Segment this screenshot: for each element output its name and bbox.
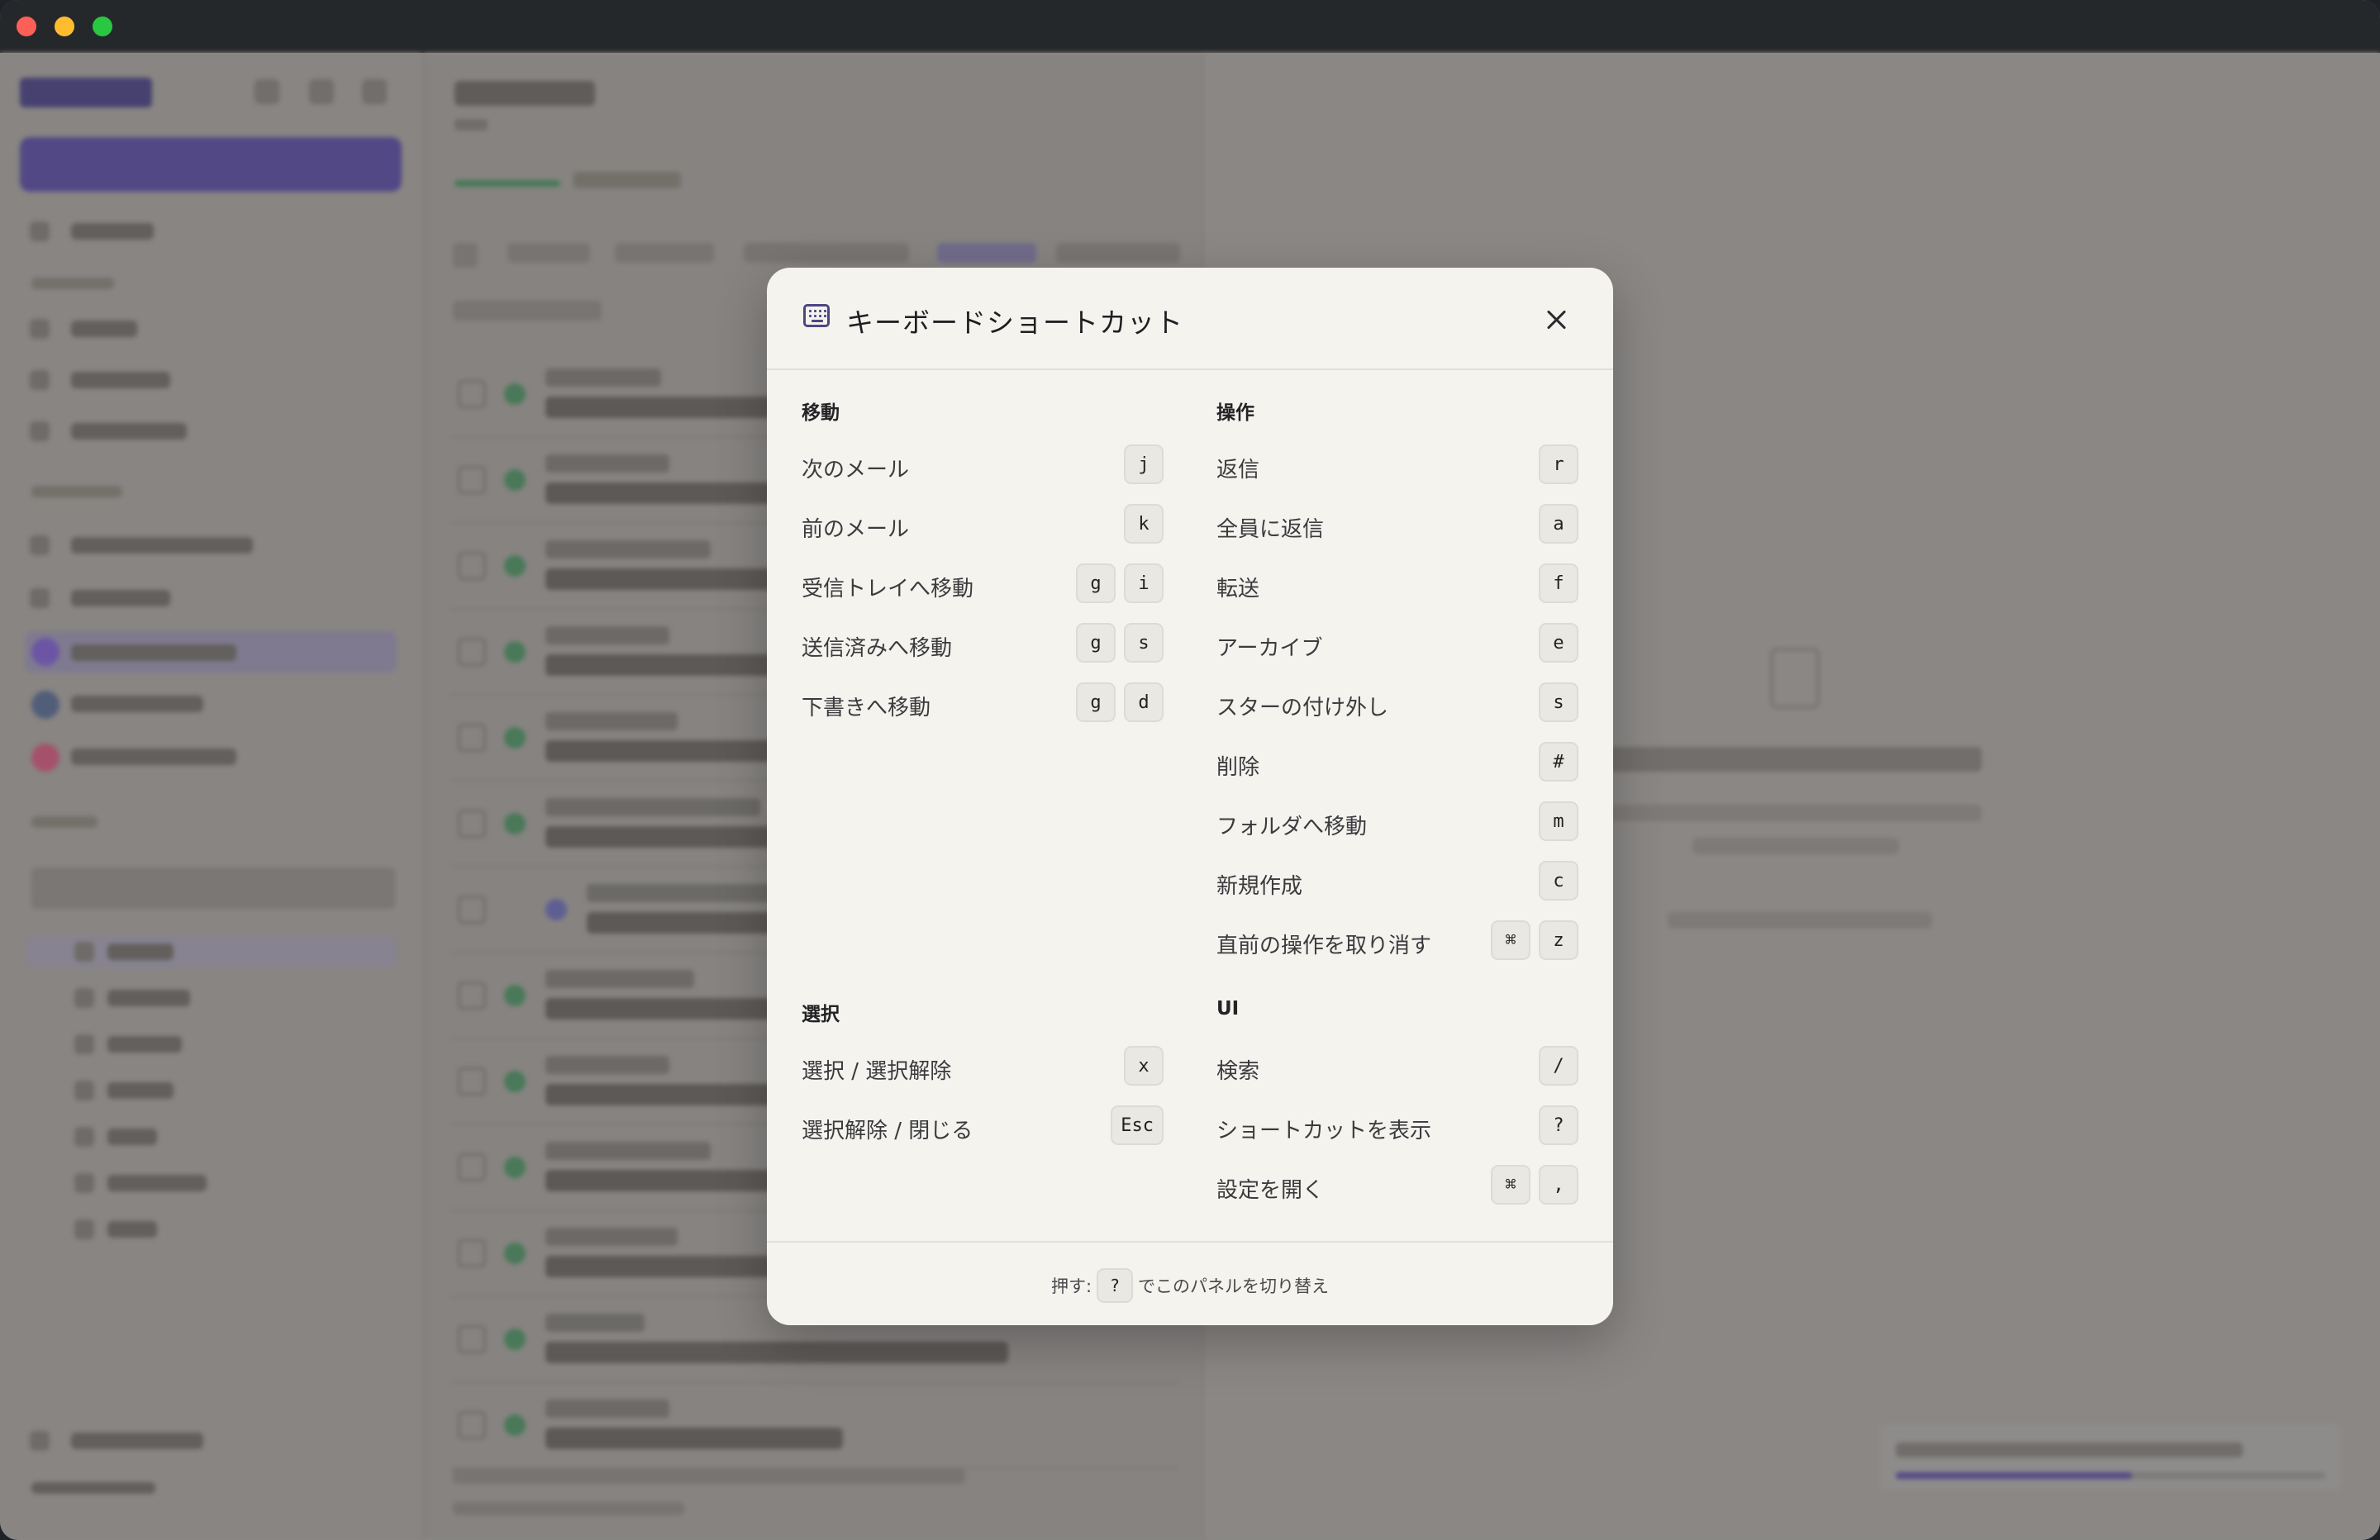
shortcut-row: 前のメール k <box>802 504 1164 545</box>
shortcut-row: 受信トレイへ移動 gi <box>802 563 1164 605</box>
section-title-select: 選択 <box>802 1004 840 1025</box>
shortcut-key: r <box>1539 444 1578 484</box>
app-window: キーボードショートカット 移動 次のメール j 前のメール k 受信トレイへ移動… <box>0 0 2380 1540</box>
shortcut-key: k <box>1124 504 1164 544</box>
dialog-header: キーボードショートカット <box>767 268 1613 370</box>
shortcut-key: , <box>1539 1165 1578 1205</box>
shortcut-key: # <box>1539 742 1578 782</box>
shortcut-key: d <box>1124 682 1164 722</box>
shortcut-row: フォルダへ移動 m <box>1216 801 1578 843</box>
shortcut-label: 返信 <box>1216 458 1260 482</box>
shortcut-label: 受信トレイへ移動 <box>802 577 974 601</box>
shortcut-key: m <box>1539 801 1578 841</box>
shortcut-key: c <box>1539 861 1578 901</box>
shortcut-row: 削除 # <box>1216 742 1578 783</box>
shortcut-key: s <box>1539 682 1578 722</box>
shortcut-label: 新規作成 <box>1216 874 1303 899</box>
shortcut-label: 転送 <box>1216 577 1260 601</box>
shortcut-label: 下書きへ移動 <box>802 696 931 720</box>
shortcut-label: 次のメール <box>802 458 910 482</box>
shortcut-key: a <box>1539 504 1578 544</box>
dialog-footer: 押す: ? でこのパネルを切り替え <box>767 1241 1613 1325</box>
shortcut-label: 選択解除 / 閉じる <box>802 1119 973 1143</box>
keyboard-icon <box>803 304 830 327</box>
shortcut-key: Esc <box>1111 1105 1164 1145</box>
shortcut-row: 検索 / <box>1216 1046 1578 1087</box>
shortcut-key: g <box>1076 563 1116 603</box>
shortcut-key: i <box>1124 563 1164 603</box>
shortcut-label: 設定を開く <box>1216 1178 1325 1203</box>
footer-prefix: 押す: <box>1050 1276 1092 1296</box>
dialog-title: キーボードショートカット <box>846 307 1183 339</box>
shortcut-label: フォルダへ移動 <box>1216 815 1368 839</box>
shortcut-label: 送信済みへ移動 <box>802 636 953 661</box>
shortcut-key: / <box>1539 1046 1578 1086</box>
shortcut-label: アーカイブ <box>1216 636 1323 661</box>
shortcut-key: ? <box>1539 1105 1578 1145</box>
shortcut-row: 全員に返信 a <box>1216 504 1578 545</box>
shortcut-key: g <box>1076 623 1116 663</box>
shortcuts-dialog: キーボードショートカット 移動 次のメール j 前のメール k 受信トレイへ移動… <box>767 268 1613 1325</box>
shortcut-row: 設定を開く ⌘, <box>1216 1165 1578 1206</box>
footer-key: ? <box>1097 1268 1134 1303</box>
minimize-window-button[interactable] <box>55 17 74 36</box>
shortcut-row: 転送 f <box>1216 563 1578 605</box>
shortcut-key: e <box>1539 623 1578 663</box>
shortcut-row: 選択解除 / 閉じる Esc <box>802 1105 1164 1147</box>
shortcut-row: 下書きへ移動 gd <box>802 682 1164 724</box>
shortcut-label: 選択 / 選択解除 <box>802 1059 952 1084</box>
shortcut-label: 検索 <box>1216 1059 1260 1084</box>
shortcut-label: 削除 <box>1216 755 1260 780</box>
shortcut-label: 直前の操作を取り消す <box>1216 934 1432 958</box>
section-title-actions: 操作 <box>1216 402 1254 424</box>
section-title-ui: UI <box>1216 998 1240 1020</box>
shortcut-key: f <box>1539 563 1578 603</box>
zoom-window-button[interactable] <box>93 17 112 36</box>
shortcut-key: g <box>1076 682 1116 722</box>
footer-suffix: でこのパネルを切り替え <box>1138 1276 1330 1296</box>
shortcut-row: スターの付け外し s <box>1216 682 1578 724</box>
shortcut-key: ⌘ <box>1491 1165 1530 1205</box>
shortcut-row: 選択 / 選択解除 x <box>802 1046 1164 1087</box>
title-bar <box>0 0 2380 53</box>
shortcut-key: s <box>1124 623 1164 663</box>
close-icon[interactable] <box>1539 302 1573 337</box>
shortcut-label: スターの付け外し <box>1216 696 1389 720</box>
shortcut-row: 直前の操作を取り消す ⌘ z <box>1216 920 1578 962</box>
shortcut-row: アーカイブ e <box>1216 623 1578 664</box>
shortcut-row: ショートカットを表示 ? <box>1216 1105 1578 1147</box>
shortcut-label: ショートカットを表示 <box>1216 1119 1432 1143</box>
shortcut-row: 送信済みへ移動 gs <box>802 623 1164 664</box>
section-title-move: 移動 <box>802 402 840 424</box>
shortcut-label: 全員に返信 <box>1216 517 1325 542</box>
shortcut-label: 前のメール <box>802 517 910 542</box>
shortcut-row: 新規作成 c <box>1216 861 1578 902</box>
shortcut-key: z <box>1539 920 1578 960</box>
shortcut-key: j <box>1124 444 1164 484</box>
shortcut-key: ⌘ <box>1491 920 1530 960</box>
shortcut-row: 返信 r <box>1216 444 1578 486</box>
shortcut-row: 次のメール j <box>802 444 1164 486</box>
close-window-button[interactable] <box>17 17 36 36</box>
shortcut-key: x <box>1124 1046 1164 1086</box>
